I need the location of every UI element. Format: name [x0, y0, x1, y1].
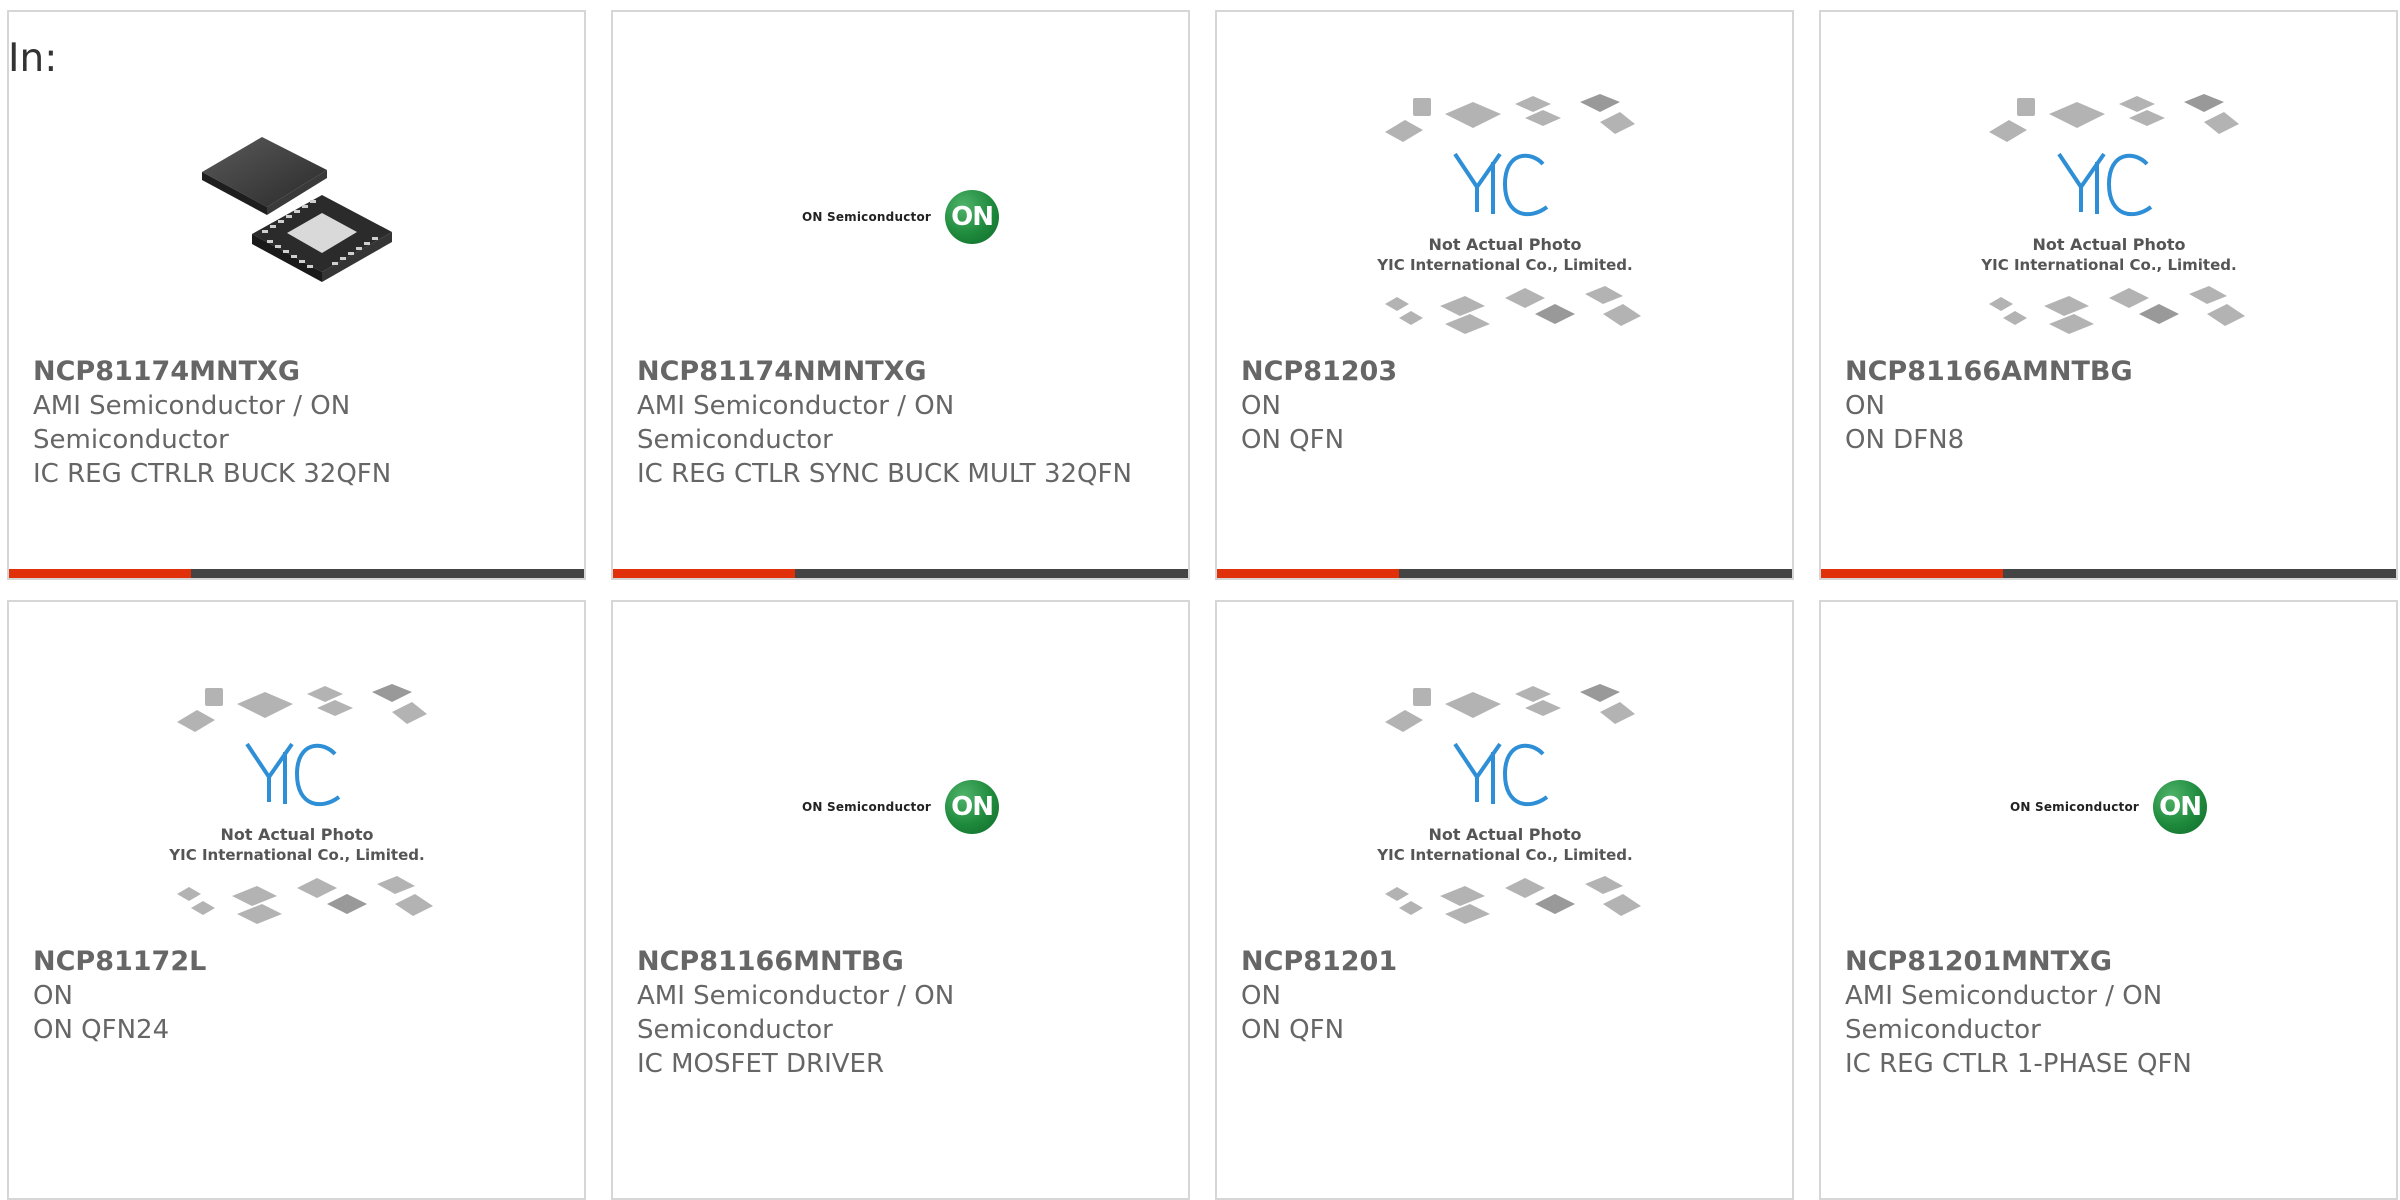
manufacturer: AMI Semiconductor / ON Semiconductor	[33, 391, 351, 455]
product-image[interactable]	[9, 82, 584, 352]
manufacturer: AMI Semiconductor / ON Semiconductor	[637, 981, 955, 1045]
manufacturer: AMI Semiconductor / ON Semiconductor	[637, 391, 955, 455]
on-badge-icon: ON	[2153, 780, 2208, 834]
manufacturer: ON	[1241, 391, 1281, 421]
product-image[interactable]: ON Semiconductor ON	[613, 672, 1188, 942]
product-card[interactable]: Not Actual Photo YIC International Co., …	[7, 600, 586, 1200]
card-bottom-bar	[1821, 569, 2396, 578]
on-semiconductor-logo: ON Semiconductor ON	[801, 780, 1000, 834]
part-number[interactable]: NCP81201MNTXG	[1845, 945, 2365, 979]
card-bottom-bar	[613, 569, 1188, 578]
product-info: NCP81172L ON ON QFN24	[33, 945, 553, 1047]
product-info: NCP81201MNTXG AMI Semiconductor / ON Sem…	[1845, 945, 2365, 1081]
card-bottom-bar	[9, 569, 584, 578]
product-card[interactable]: Not Actual Photo YIC International Co., …	[1819, 10, 2398, 580]
product-grid: NCP81174MNTXG AMI Semiconductor / ON Sem…	[0, 0, 2400, 1200]
on-badge-icon: ON	[945, 190, 1000, 244]
part-number[interactable]: NCP81174MNTXG	[33, 355, 553, 389]
in-label: In:	[8, 36, 58, 81]
product-image[interactable]: ON Semiconductor ON	[613, 82, 1188, 352]
product-image[interactable]: Not Actual Photo YIC International Co., …	[1217, 672, 1792, 942]
product-card[interactable]: ON Semiconductor ON NCP81201MNTXG AMI Se…	[1819, 600, 2398, 1200]
on-semiconductor-logo-text: ON Semiconductor	[2009, 800, 2140, 814]
yic-placeholder-icon: Not Actual Photo YIC International Co., …	[1376, 94, 1641, 334]
yic-line2: YIC International Co., Limited.	[1980, 256, 2236, 274]
description: ON QFN	[1241, 1015, 1345, 1045]
part-number[interactable]: NCP81201	[1241, 945, 1761, 979]
description: IC MOSFET DRIVER	[637, 1049, 885, 1079]
product-card[interactable]: ON Semiconductor ON NCP81166MNTBG AMI Se…	[611, 600, 1190, 1200]
product-card[interactable]: NCP81174MNTXG AMI Semiconductor / ON Sem…	[7, 10, 586, 580]
description: IC REG CTRLR BUCK 32QFN	[33, 459, 392, 489]
product-card[interactable]: ON Semiconductor ON NCP81174NMNTXG AMI S…	[611, 10, 1190, 580]
product-info: NCP81201 ON ON QFN	[1241, 945, 1761, 1047]
yic-line1: Not Actual Photo	[2032, 235, 2185, 254]
on-semiconductor-logo-text: ON Semiconductor	[801, 210, 932, 224]
manufacturer: ON	[1845, 391, 1885, 421]
card-bottom-bar	[1217, 569, 1792, 578]
description: ON QFN	[1241, 425, 1345, 455]
product-info: NCP81203 ON ON QFN	[1241, 355, 1761, 457]
yic-placeholder-icon: Not Actual Photo YIC International Co., …	[1980, 94, 2245, 334]
manufacturer: AMI Semiconductor / ON Semiconductor	[1845, 981, 2163, 1045]
product-info: NCP81166AMNTBG ON ON DFN8	[1845, 355, 2365, 457]
yic-placeholder-icon: Not Actual Photo YIC International Co., …	[1376, 684, 1641, 924]
product-info: NCP81166MNTBG AMI Semiconductor / ON Sem…	[637, 945, 1157, 1081]
part-number[interactable]: NCP81166MNTBG	[637, 945, 1157, 979]
part-number[interactable]: NCP81166AMNTBG	[1845, 355, 2365, 389]
product-info: NCP81174MNTXG AMI Semiconductor / ON Sem…	[33, 355, 553, 491]
product-image[interactable]: Not Actual Photo YIC International Co., …	[1217, 82, 1792, 352]
manufacturer: ON	[1241, 981, 1281, 1011]
product-card[interactable]: Not Actual Photo YIC International Co., …	[1215, 600, 1794, 1200]
yic-line1: Not Actual Photo	[220, 825, 373, 844]
manufacturer: ON	[33, 981, 73, 1011]
part-number[interactable]: NCP81174NMNTXG	[637, 355, 1157, 389]
qfn-chip-icon	[201, 137, 392, 282]
product-card[interactable]: Not Actual Photo YIC International Co., …	[1215, 10, 1794, 580]
part-number[interactable]: NCP81172L	[33, 945, 553, 979]
description: ON DFN8	[1845, 425, 1965, 455]
description: IC REG CTLR 1-PHASE QFN	[1845, 1049, 2192, 1079]
on-badge-icon: ON	[945, 780, 1000, 834]
product-image[interactable]: ON Semiconductor ON	[1821, 672, 2396, 942]
yic-placeholder-icon: Not Actual Photo YIC International Co., …	[168, 684, 433, 924]
yic-line2: YIC International Co., Limited.	[168, 846, 424, 864]
yic-line1: Not Actual Photo	[1428, 825, 1581, 844]
product-info: NCP81174NMNTXG AMI Semiconductor / ON Se…	[637, 355, 1157, 491]
on-semiconductor-logo: ON Semiconductor ON	[2009, 780, 2208, 834]
product-image[interactable]: Not Actual Photo YIC International Co., …	[9, 672, 584, 942]
description: IC REG CTLR SYNC BUCK MULT 32QFN	[637, 459, 1132, 489]
product-image[interactable]: Not Actual Photo YIC International Co., …	[1821, 82, 2396, 352]
yic-line2: YIC International Co., Limited.	[1376, 846, 1632, 864]
on-semiconductor-logo-text: ON Semiconductor	[801, 800, 932, 814]
yic-line2: YIC International Co., Limited.	[1376, 256, 1632, 274]
yic-line1: Not Actual Photo	[1428, 235, 1581, 254]
on-semiconductor-logo: ON Semiconductor ON	[801, 190, 1000, 244]
part-number[interactable]: NCP81203	[1241, 355, 1761, 389]
description: ON QFN24	[33, 1015, 170, 1045]
